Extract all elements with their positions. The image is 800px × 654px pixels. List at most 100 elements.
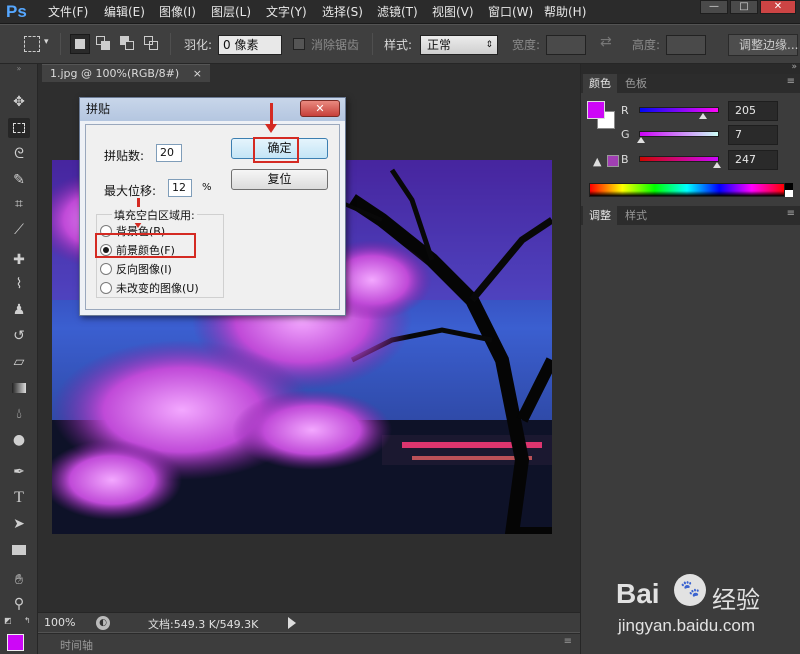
- tab-styles[interactable]: 样式: [619, 206, 653, 225]
- foreground-color-swatch[interactable]: [587, 101, 605, 119]
- rectangular-marquee-tool-icon[interactable]: [8, 118, 30, 138]
- menu-select[interactable]: 选择(S): [322, 0, 363, 24]
- default-colors-icon[interactable]: ◩: [4, 616, 14, 626]
- blue-slider-thumb[interactable]: [712, 162, 721, 168]
- radio-unaltered-image[interactable]: [100, 282, 112, 294]
- panel-menu-icon[interactable]: ≡: [787, 208, 795, 219]
- panel-menu-icon[interactable]: ≡: [564, 636, 572, 647]
- new-selection-icon[interactable]: [70, 34, 90, 54]
- healing-brush-tool-icon[interactable]: ✚: [8, 250, 30, 270]
- pen-tool-icon[interactable]: ✒: [8, 462, 30, 482]
- chevron-down-icon[interactable]: ▾: [44, 37, 49, 47]
- history-brush-tool-icon[interactable]: ↺: [8, 326, 30, 346]
- hand-tool-icon[interactable]: ✋︎: [8, 570, 30, 590]
- blue-value-input[interactable]: 247: [728, 150, 778, 170]
- black-swatch[interactable]: [785, 183, 793, 190]
- path-selection-tool-icon[interactable]: ➤: [8, 514, 30, 534]
- quick-selection-tool-icon[interactable]: ✎: [8, 170, 30, 190]
- menu-filter[interactable]: 滤镜(T): [377, 0, 418, 24]
- foreground-color-swatch[interactable]: [7, 634, 24, 651]
- menu-image[interactable]: 图像(I): [159, 0, 196, 24]
- eraser-tool-icon[interactable]: ▱: [8, 352, 30, 372]
- gamut-color-swatch[interactable]: [607, 155, 619, 167]
- subtract-selection-icon[interactable]: [120, 36, 136, 52]
- menu-edit[interactable]: 编辑(E): [104, 0, 145, 24]
- crop-tool-icon[interactable]: ⌗: [8, 194, 30, 214]
- divider: [372, 33, 373, 55]
- reset-button[interactable]: 复位: [231, 169, 328, 190]
- paw-logo-icon: 🐾︎: [674, 574, 706, 606]
- move-tool-icon[interactable]: ✥: [8, 92, 30, 112]
- intersect-selection-icon[interactable]: [144, 36, 160, 52]
- panel-menu-icon[interactable]: ≡: [787, 76, 795, 87]
- lasso-tool-icon[interactable]: ᘓ: [8, 144, 30, 164]
- dialog-title-bar[interactable]: 拼贴 ✕: [80, 98, 345, 121]
- timeline-panel[interactable]: 时间轴 ≡: [38, 633, 580, 654]
- divider: [170, 33, 171, 55]
- red-channel-label: R: [621, 104, 629, 117]
- red-slider-thumb[interactable]: [699, 113, 708, 119]
- fill-group-label: 填充空白区域用:: [112, 207, 197, 223]
- feather-input[interactable]: 0 像素: [218, 35, 282, 55]
- menu-view[interactable]: 视图(V): [432, 0, 474, 24]
- dodge-tool-icon[interactable]: ●: [8, 430, 30, 450]
- style-select-value: 正常: [427, 38, 452, 52]
- red-value-input[interactable]: 205: [728, 101, 778, 121]
- color-spectrum-bar[interactable]: [589, 183, 785, 197]
- height-input[interactable]: [666, 35, 706, 55]
- menu-layer[interactable]: 图层(L): [211, 0, 251, 24]
- tab-swatches[interactable]: 色板: [619, 74, 653, 93]
- document-tab[interactable]: 1.jpg @ 100%(RGB/8#) ×: [42, 64, 210, 82]
- status-bar: 100% ◐ 文档:549.3 K/549.3K: [38, 612, 580, 632]
- close-window-button[interactable]: ✕: [760, 0, 796, 14]
- collapse-arrows-icon[interactable]: »: [791, 62, 797, 72]
- swap-arrows-icon[interactable]: ⇄: [600, 34, 612, 50]
- gradient-tool-icon[interactable]: [8, 378, 30, 398]
- menu-type[interactable]: 文字(Y): [266, 0, 307, 24]
- clone-stamp-tool-icon[interactable]: ♟: [8, 300, 30, 320]
- blur-tool-icon[interactable]: 💧︎: [8, 404, 30, 424]
- brush-tool-icon[interactable]: ⌇: [8, 274, 30, 294]
- close-tab-icon[interactable]: ×: [193, 67, 202, 80]
- baidu-watermark: Bai 🐾︎ 经验 jingyan.baidu.com: [612, 568, 800, 654]
- white-swatch[interactable]: [785, 190, 793, 197]
- green-slider-thumb[interactable]: [637, 137, 646, 143]
- type-tool-icon[interactable]: T: [8, 488, 30, 508]
- tab-adjustments[interactable]: 调整: [583, 206, 617, 225]
- collapse-arrows-icon[interactable]: »: [8, 64, 30, 74]
- tab-color[interactable]: 颜色: [583, 74, 617, 93]
- photoshop-logo: Ps: [6, 2, 27, 21]
- status-info-icon[interactable]: ◐: [96, 616, 110, 630]
- rectangle-shape-tool-icon[interactable]: [8, 540, 30, 560]
- add-selection-icon[interactable]: [96, 36, 112, 52]
- swap-colors-icon[interactable]: ↰: [24, 616, 34, 626]
- radio-unaltered-image-label[interactable]: 未改变的图像(U): [116, 280, 199, 296]
- gamut-warning-icon[interactable]: ▲: [593, 155, 601, 168]
- green-slider-track[interactable]: [639, 131, 719, 137]
- zoom-tool-icon[interactable]: ⚲: [8, 594, 30, 614]
- ok-arrow-head-icon: [265, 124, 277, 133]
- style-label: 样式:: [384, 38, 413, 52]
- menu-file[interactable]: 文件(F): [48, 0, 88, 24]
- antialias-checkbox[interactable]: [293, 38, 305, 50]
- zoom-level[interactable]: 100%: [44, 616, 75, 629]
- tiles-input[interactable]: 20: [156, 144, 182, 162]
- menu-window[interactable]: 窗口(W): [488, 0, 533, 24]
- eyedropper-tool-icon[interactable]: ⟋: [8, 220, 30, 240]
- radio-inverse-image[interactable]: [100, 263, 112, 275]
- blue-slider-track[interactable]: [639, 156, 719, 162]
- dialog-close-button[interactable]: ✕: [300, 100, 340, 117]
- menu-help[interactable]: 帮助(H): [544, 0, 586, 24]
- minimize-button[interactable]: —: [700, 0, 728, 14]
- refine-edge-button[interactable]: 调整边缘...: [728, 34, 798, 56]
- play-arrow-icon[interactable]: [288, 617, 296, 629]
- marquee-tool-icon[interactable]: [24, 36, 40, 52]
- width-input[interactable]: [546, 35, 586, 55]
- maximize-button[interactable]: □: [730, 0, 758, 14]
- style-select[interactable]: 正常 ⇕: [420, 35, 498, 55]
- menu-bar: Ps 文件(F) 编辑(E) 图像(I) 图层(L) 文字(Y) 选择(S) 滤…: [0, 0, 800, 24]
- green-value-input[interactable]: 7: [728, 125, 778, 145]
- tiles-dialog: 拼贴 ✕ 拼贴数: 20 最大位移: 12 % 确定 复位 填充空白区域用: 背…: [79, 97, 346, 316]
- max-offset-input[interactable]: 12: [168, 179, 192, 197]
- radio-inverse-image-label[interactable]: 反向图像(I): [116, 261, 172, 277]
